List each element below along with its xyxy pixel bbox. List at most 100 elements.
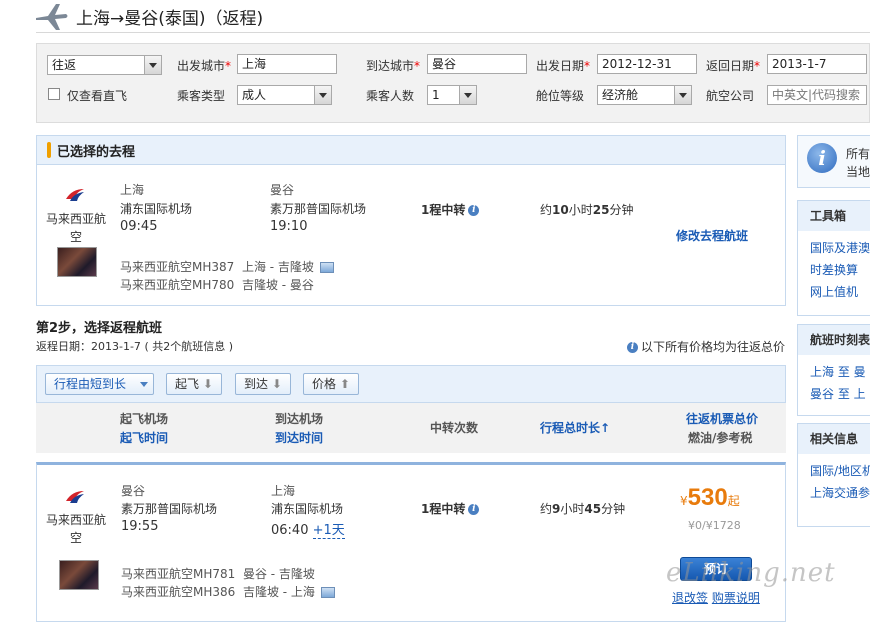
schedule-title: 航班时刻表 (798, 325, 870, 355)
arrow-up-icon: ⬆ (339, 377, 350, 391)
sort-arrive-button[interactable]: 到达 ⬇ (235, 373, 291, 395)
selected-panel-header (37, 136, 785, 165)
airline-label: 航空公司 (706, 89, 755, 103)
result-duration: 约9小时45分钟 (540, 502, 626, 516)
arrow-up-icon: ↑ (600, 421, 611, 435)
selected-seg2: 马来西亚航空MH780 吉隆坡 - 曼谷 (120, 278, 314, 292)
schedule-link[interactable]: 上海 至 曼 (798, 361, 870, 383)
airline-search-input[interactable]: 中英文|代码搜索 (767, 85, 867, 105)
related-info-title: 相关信息 (798, 424, 870, 454)
result-dep-city: 曼谷 (121, 484, 146, 498)
info-icon[interactable]: i (468, 504, 480, 515)
selected-arr-city: 曼谷 (270, 183, 295, 197)
cabin-label: 舱位等级 (536, 89, 585, 103)
arrow-down-icon: ⬇ (271, 377, 282, 391)
related-info-link[interactable]: 上海交通参 (798, 482, 870, 504)
selected-transfer[interactable]: 1程中转 i (421, 201, 480, 218)
price-note: i 以下所有价格均为往返总价 (627, 338, 785, 355)
sort-price-button[interactable]: 价格 ⬆ (303, 373, 359, 395)
col-transfers: 中转次数 (430, 421, 479, 435)
return-date-info: 返程日期：2013-1-7 ( 共2个航班信息 ) (36, 340, 234, 353)
col-arr-time[interactable]: 到达时间 (275, 429, 323, 446)
schedule-box: 航班时刻表 上海 至 曼 曼谷 至 上 (797, 324, 870, 416)
refund-link[interactable]: 退改签 (672, 591, 708, 605)
passenger-type-label: 乘客类型 (177, 89, 226, 103)
info-icon: i (807, 143, 837, 173)
arrive-city-input[interactable]: 曼谷 (427, 54, 527, 74)
selected-duration: 约10小时25分钟 (540, 203, 634, 217)
watermark: eLiiking.net (666, 558, 836, 588)
tool-link[interactable]: 国际及港澳 (798, 237, 870, 259)
chevron-down-icon (674, 86, 691, 104)
arrive-city-label: 到达城市* (366, 59, 421, 73)
airline-photo (59, 560, 99, 590)
info-icon: i (627, 342, 638, 353)
header-divider (36, 32, 870, 33)
next-day-badge: +1天 (312, 523, 345, 539)
arrow-down-icon: ⬇ (202, 377, 213, 391)
selected-arr-airport: 素万那普国际机场 (270, 202, 367, 216)
col-price[interactable]: 往返机票总价 (686, 410, 758, 427)
result-seg2: 马来西亚航空MH386 吉隆坡 - 上海 (121, 583, 335, 600)
col-duration[interactable]: 行程总时长↑ (540, 419, 610, 436)
image-icon[interactable] (320, 587, 335, 598)
passenger-count-select[interactable]: 1 (427, 85, 477, 105)
result-arr-city: 上海 (271, 484, 296, 498)
selected-airline-name: 马来西亚航空 (45, 212, 106, 244)
chevron-down-icon (314, 86, 331, 104)
schedule-link[interactable]: 曼谷 至 上 (798, 383, 870, 405)
result-arr-time: 06:40 +1天 (271, 523, 345, 539)
depart-city-input[interactable]: 上海 (237, 54, 337, 74)
cabin-select[interactable]: 经济舱 (597, 85, 692, 105)
mas-logo-icon (64, 489, 86, 505)
step2-title: 第2步，选择返程航班 (36, 321, 163, 336)
col-dep-airport: 起飞机场 (120, 412, 169, 426)
direct-only-checkbox[interactable] (48, 88, 60, 100)
result-dep-airport: 素万那普国际机场 (121, 502, 218, 516)
section-marker (47, 142, 51, 158)
depart-date-input[interactable]: 2012-12-31 (597, 54, 697, 74)
notice-line1: 所有 (846, 147, 870, 161)
sort-order-select[interactable]: 行程由短到长 (45, 373, 154, 395)
notice-line2: 当地 (846, 165, 870, 179)
tool-link[interactable]: 时差换算 (798, 259, 870, 281)
return-date-label: 返回日期* (706, 59, 761, 73)
result-tax: ¥0/¥1728 (688, 519, 741, 532)
chevron-down-icon (144, 56, 161, 74)
chevron-down-icon (459, 86, 476, 104)
passenger-type-select[interactable]: 成人 (237, 85, 332, 105)
col-arr-airport: 到达机场 (275, 412, 324, 426)
passenger-count-label: 乘客人数 (366, 89, 415, 103)
col-dep-time[interactable]: 起飞时间 (120, 429, 168, 446)
mas-logo-icon (64, 187, 86, 203)
selected-arr-time: 19:10 (270, 219, 308, 234)
info-icon[interactable]: i (468, 205, 480, 216)
sort-depart-button[interactable]: 起飞 ⬇ (166, 373, 222, 395)
depart-city-label: 出发城市* (177, 59, 232, 73)
related-info-box: 相关信息 国际/地区机 上海交通参 (797, 423, 870, 527)
ticket-policy-link[interactable]: 购票说明 (712, 591, 760, 605)
related-info-link[interactable]: 国际/地区机 (798, 460, 870, 482)
trip-type-select[interactable]: 往返 (47, 55, 162, 75)
modify-outbound-link[interactable]: 修改去程航班 (676, 227, 748, 244)
direct-only-label: 仅查看直飞 (67, 89, 128, 103)
result-seg1: 马来西亚航空MH781 曼谷 - 吉隆坡 (121, 567, 315, 581)
selected-dep-airport: 浦东国际机场 (120, 202, 193, 216)
selected-dep-time: 09:45 (120, 219, 158, 234)
page-title: 上海→曼谷(泰国)（返程) (76, 9, 264, 29)
refund-policy-links: 退改签 购票说明 (672, 589, 760, 606)
result-arr-airport: 浦东国际机场 (271, 502, 344, 516)
col-tax: 燃油/参考税 (688, 431, 753, 445)
tools-title: 工具箱 (798, 201, 870, 231)
selected-panel-title: 已选择的去程 (57, 145, 136, 160)
result-airline-name: 马来西亚航空 (45, 513, 106, 545)
image-icon[interactable] (319, 262, 334, 273)
chevron-down-icon (140, 382, 148, 387)
tool-link[interactable]: 网上值机 (798, 281, 870, 303)
result-transfer[interactable]: 1程中转 i (421, 500, 480, 517)
selected-seg1: 马来西亚航空MH387 上海 - 吉隆坡 (120, 258, 334, 275)
depart-date-label: 出发日期* (536, 59, 591, 73)
return-date-input[interactable]: 2013-1-7 (767, 54, 867, 74)
tools-box: 工具箱 国际及港澳 时差换算 网上值机 (797, 200, 870, 316)
airline-photo (57, 247, 97, 277)
